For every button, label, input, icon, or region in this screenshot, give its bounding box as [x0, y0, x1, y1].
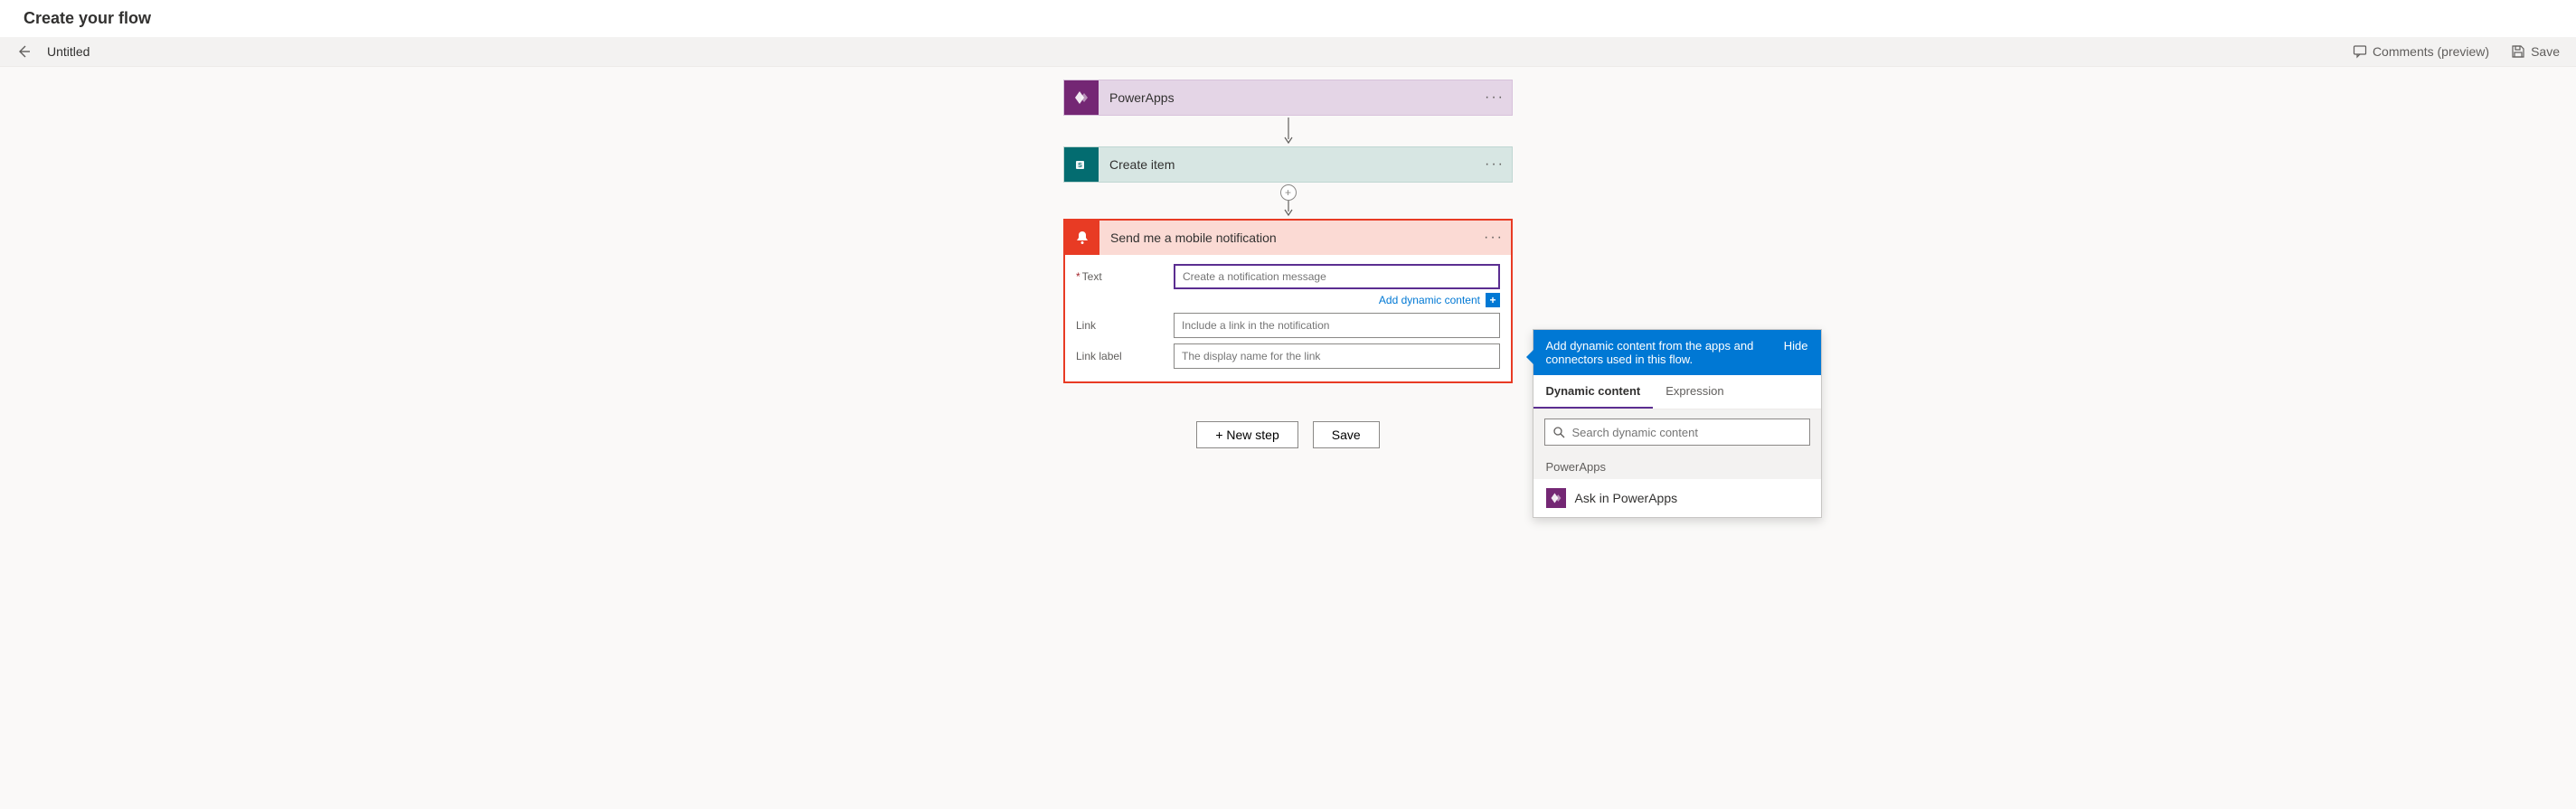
step-create-item-title: Create item [1099, 157, 1477, 172]
search-icon [1552, 426, 1565, 438]
comments-label: Comments (preview) [2373, 44, 2489, 59]
field-text-input[interactable] [1174, 264, 1500, 289]
dynamic-item-label: Ask in PowerApps [1575, 491, 1678, 505]
dynamic-content-panel: Add dynamic content from the apps and co… [1533, 329, 1822, 518]
save-header-button[interactable]: Save [2511, 44, 2560, 59]
dynamic-search-input[interactable] [1572, 426, 1802, 439]
save-icon [2511, 44, 2525, 59]
step-create-item[interactable]: S Create item ··· [1063, 146, 1513, 183]
comment-icon [2353, 44, 2367, 59]
comments-button[interactable]: Comments (preview) [2353, 44, 2489, 59]
dynamic-panel-description: Add dynamic content from the apps and co… [1546, 339, 1773, 366]
tab-expression[interactable]: Expression [1653, 375, 1736, 409]
panel-caret-icon [1526, 350, 1533, 364]
connector-arrow [1283, 118, 1294, 145]
add-dynamic-content-link[interactable]: Add dynamic content [1379, 294, 1480, 306]
step-notification-title: Send me a mobile notification [1099, 230, 1477, 245]
page-title: Create your flow [0, 0, 2576, 37]
add-step-inline-button[interactable]: + [1280, 184, 1297, 201]
sub-header: Untitled Comments (preview) Save [0, 37, 2576, 67]
save-header-label: Save [2531, 44, 2560, 59]
dynamic-panel-hide-button[interactable]: Hide [1784, 339, 1808, 366]
dynamic-item-ask-powerapps[interactable]: Ask in PowerApps [1533, 479, 1821, 517]
step-create-item-menu[interactable]: ··· [1477, 156, 1512, 173]
add-dynamic-content-icon[interactable]: + [1486, 293, 1500, 307]
powerapps-icon [1064, 80, 1099, 115]
sharepoint-icon: S [1064, 147, 1099, 182]
flow-name[interactable]: Untitled [47, 44, 90, 59]
field-linklabel-label: Link label [1076, 350, 1174, 362]
new-step-button[interactable]: + New step [1196, 421, 1297, 448]
tab-dynamic-content[interactable]: Dynamic content [1533, 375, 1654, 409]
step-powerapps-menu[interactable]: ··· [1477, 89, 1512, 106]
field-text-label: *Text [1076, 270, 1174, 283]
step-powerapps[interactable]: PowerApps ··· [1063, 80, 1513, 116]
save-button[interactable]: Save [1313, 421, 1380, 448]
back-arrow-icon[interactable] [16, 44, 31, 59]
step-powerapps-title: PowerApps [1099, 90, 1477, 105]
powerapps-small-icon [1546, 488, 1566, 508]
dynamic-group-powerapps: PowerApps [1533, 455, 1821, 479]
bell-icon [1065, 221, 1099, 255]
field-link-input[interactable] [1174, 313, 1500, 338]
connector-arrow-add: + [1280, 184, 1297, 217]
step-notification-menu[interactable]: ··· [1477, 230, 1511, 246]
field-linklabel-input[interactable] [1174, 343, 1500, 369]
field-link-label: Link [1076, 319, 1174, 332]
step-notification: Send me a mobile notification ··· *Text … [1063, 219, 1513, 383]
svg-text:S: S [1078, 163, 1082, 169]
flow-canvas: PowerApps ··· S Create item ··· + Send m… [0, 67, 2576, 448]
